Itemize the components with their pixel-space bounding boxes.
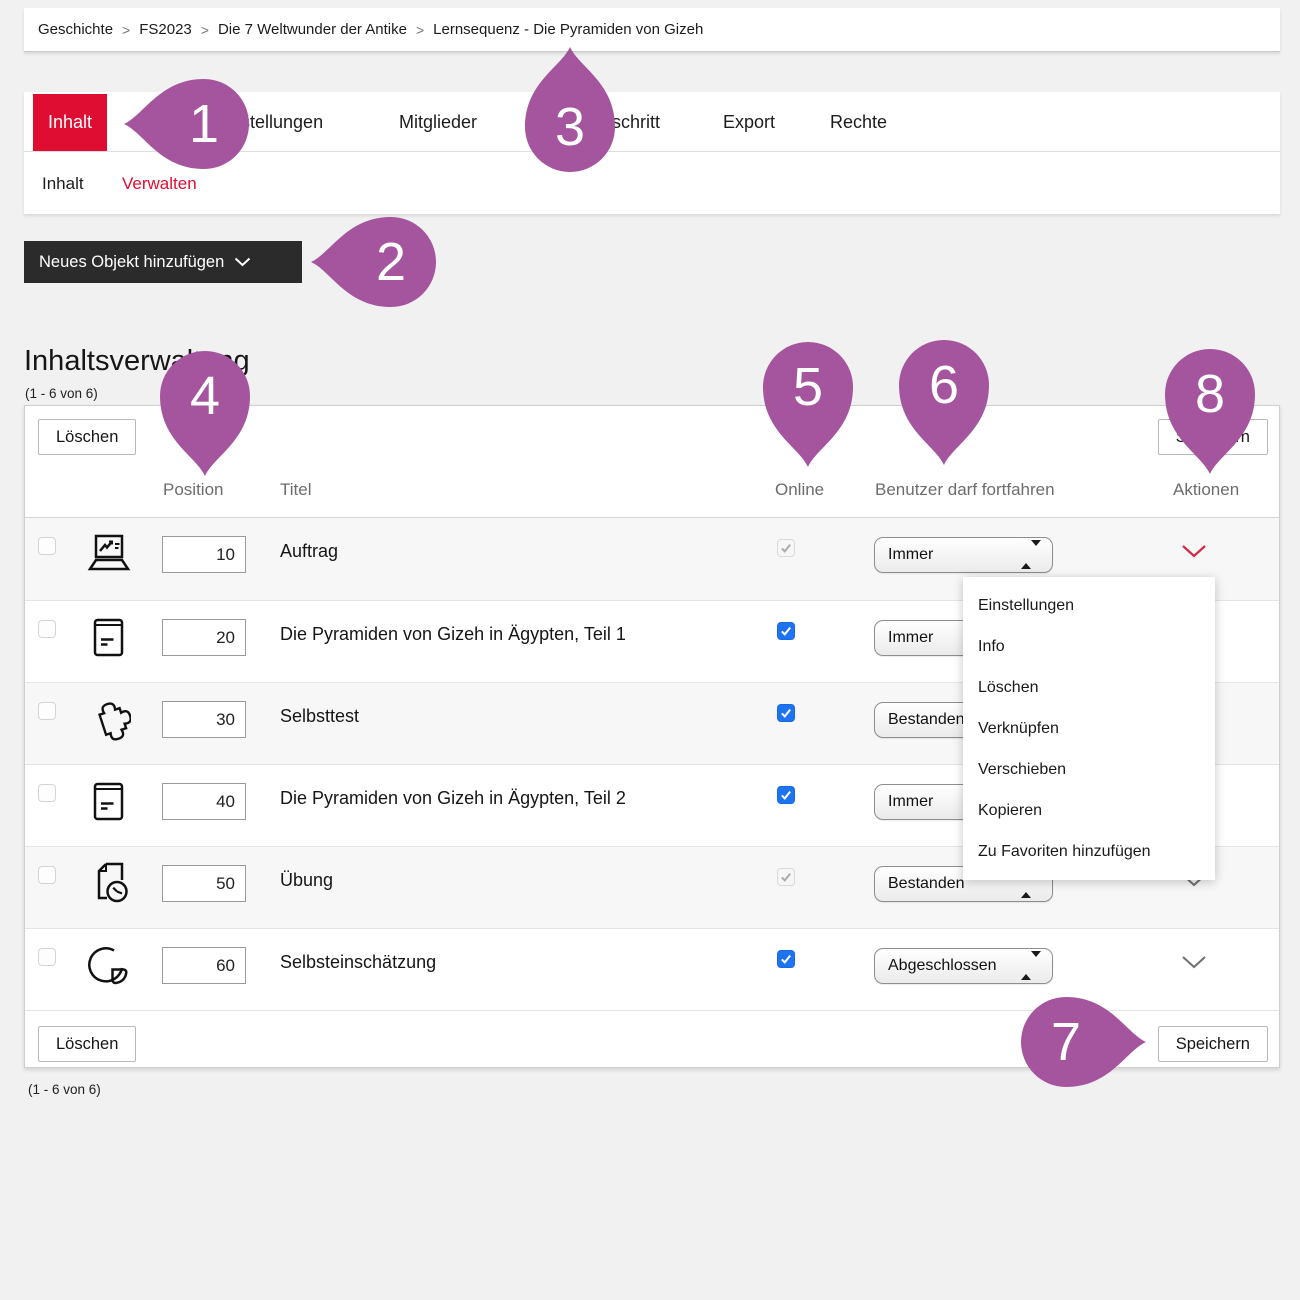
- row-title: Auftrag: [280, 541, 338, 562]
- position-input[interactable]: [162, 865, 246, 902]
- online-checkbox[interactable]: [777, 704, 795, 722]
- select-arrows-icon: [1021, 957, 1041, 975]
- continue-select[interactable]: Immer: [874, 537, 1053, 573]
- teardrop-marker-icon: [303, 207, 443, 317]
- row-title: Die Pyramiden von Gizeh in Ägypten, Teil…: [280, 624, 626, 645]
- table-row: Selbsteinschätzung Abgeschlossen: [25, 928, 1279, 1010]
- actions-chevron-icon-open[interactable]: [1181, 544, 1207, 559]
- marker-number: 2: [336, 233, 446, 291]
- menu-item-loeschen[interactable]: Löschen: [963, 667, 1215, 708]
- tab-label: Inhalt: [48, 112, 92, 133]
- learning-module-icon: [83, 609, 133, 665]
- pie-chart-icon: [83, 937, 133, 993]
- continue-select-value: Bestanden: [888, 711, 965, 729]
- online-checkbox[interactable]: [777, 786, 795, 804]
- menu-item-verschieben[interactable]: Verschieben: [963, 749, 1215, 790]
- table-footer-divider: [25, 1010, 1279, 1011]
- column-header-actions: Aktionen: [1173, 480, 1239, 500]
- breadcrumb-separator: >: [201, 22, 209, 38]
- annotation-marker-2: 2: [336, 210, 446, 350]
- row-title: Selbsteinschätzung: [280, 952, 436, 973]
- add-object-label: Neues Objekt hinzufügen: [39, 253, 224, 272]
- delete-button-top[interactable]: Löschen: [38, 419, 136, 455]
- continue-select-value: Immer: [888, 629, 933, 647]
- check-icon: [780, 708, 792, 718]
- save-button-top[interactable]: Speichern: [1158, 419, 1268, 455]
- continue-select[interactable]: Abgeschlossen: [874, 948, 1053, 984]
- select-arrows-icon: [1021, 546, 1041, 564]
- puzzle-icon: [83, 691, 133, 747]
- row-select-checkbox[interactable]: [38, 948, 56, 966]
- file-clock-icon: [83, 855, 133, 911]
- result-count-top: (1 - 6 von 6): [25, 386, 98, 401]
- position-input[interactable]: [162, 947, 246, 984]
- tab-bar: [24, 92, 1280, 214]
- laptop-chart-icon: [83, 526, 133, 582]
- position-input[interactable]: [162, 701, 246, 738]
- breadcrumb-item[interactable]: Die 7 Weltwunder der Antike: [218, 21, 407, 38]
- position-input[interactable]: [162, 783, 246, 820]
- breadcrumb: Geschichte > FS2023 > Die 7 Weltwunder d…: [24, 8, 1280, 52]
- row-select-checkbox[interactable]: [38, 866, 56, 884]
- tab-einstellungen[interactable]: Einstellungen: [215, 112, 323, 133]
- result-count-bottom: (1 - 6 von 6): [28, 1082, 101, 1097]
- tab-divider: [24, 151, 1280, 152]
- column-header-position: Position: [163, 480, 223, 500]
- continue-select-value: Immer: [888, 793, 933, 811]
- menu-item-info[interactable]: Info: [963, 626, 1215, 667]
- online-checkbox[interactable]: [777, 950, 795, 968]
- row-title: Selbsttest: [280, 706, 359, 727]
- row-select-checkbox[interactable]: [38, 620, 56, 638]
- subtab-verwalten[interactable]: Verwalten: [122, 174, 197, 194]
- actions-dropdown-menu: Einstellungen Info Löschen Verknüpfen Ve…: [963, 577, 1215, 880]
- online-checkbox-disabled: [777, 539, 795, 557]
- row-select-checkbox[interactable]: [38, 784, 56, 802]
- continue-select-value: Bestanden: [888, 875, 965, 893]
- menu-item-verknuepfen[interactable]: Verknüpfen: [963, 708, 1215, 749]
- tab-rechte[interactable]: Rechte: [830, 112, 887, 133]
- row-title: Übung: [280, 870, 333, 891]
- check-icon: [780, 543, 792, 553]
- check-icon: [780, 954, 792, 964]
- row-title: Die Pyramiden von Gizeh in Ägypten, Teil…: [280, 788, 626, 809]
- breadcrumb-separator: >: [416, 22, 424, 38]
- learning-module-icon: [83, 773, 133, 829]
- column-header-title: Titel: [280, 480, 312, 500]
- position-input[interactable]: [162, 536, 246, 573]
- row-select-checkbox[interactable]: [38, 702, 56, 720]
- add-object-button[interactable]: Neues Objekt hinzufügen: [24, 241, 302, 283]
- tab-mitglieder[interactable]: Mitglieder: [399, 112, 477, 133]
- online-checkbox[interactable]: [777, 622, 795, 640]
- continue-select-value: Immer: [888, 546, 933, 564]
- check-icon: [780, 872, 792, 882]
- delete-button-bottom[interactable]: Löschen: [38, 1026, 136, 1062]
- menu-item-zu-favoriten[interactable]: Zu Favoriten hinzufügen: [963, 831, 1215, 872]
- subtab-inhalt[interactable]: Inhalt: [42, 174, 84, 194]
- menu-item-einstellungen[interactable]: Einstellungen: [963, 585, 1215, 626]
- check-icon: [780, 790, 792, 800]
- tab-lernfortschritt[interactable]: Lernfortschritt: [550, 112, 660, 133]
- tab-inhalt[interactable]: Inhalt: [33, 94, 107, 151]
- column-header-online: Online: [775, 480, 824, 500]
- breadcrumb-separator: >: [122, 22, 130, 38]
- breadcrumb-item[interactable]: Geschichte: [38, 21, 113, 38]
- check-icon: [780, 626, 792, 636]
- position-input[interactable]: [162, 619, 246, 656]
- column-header-continue: Benutzer darf fortfahren: [875, 480, 1055, 500]
- tab-export[interactable]: Export: [723, 112, 775, 133]
- continue-select-value: Abgeschlossen: [888, 957, 997, 975]
- chevron-down-icon: [234, 257, 251, 267]
- online-checkbox-disabled: [777, 868, 795, 886]
- save-button-bottom[interactable]: Speichern: [1158, 1026, 1268, 1062]
- row-select-checkbox[interactable]: [38, 537, 56, 555]
- page-title: Inhaltsverwaltung: [24, 345, 250, 378]
- menu-item-kopieren[interactable]: Kopieren: [963, 790, 1215, 831]
- breadcrumb-item[interactable]: FS2023: [139, 21, 192, 38]
- actions-chevron-icon[interactable]: [1181, 955, 1207, 970]
- breadcrumb-item[interactable]: Lernsequenz - Die Pyramiden von Gizeh: [433, 21, 703, 38]
